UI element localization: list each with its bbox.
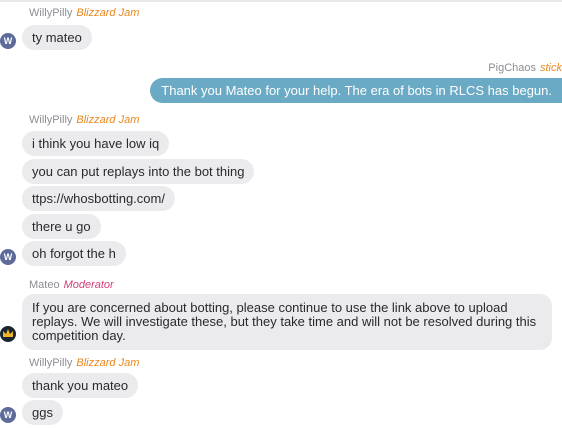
user-avatar[interactable]: W (0, 249, 16, 265)
moderator-avatar[interactable] (0, 326, 16, 342)
chat-message: i think you have low iq (22, 131, 170, 156)
message-header: WillyPilly Blizzard Jam (29, 357, 139, 369)
message-header: WillyPilly Blizzard Jam (29, 114, 139, 126)
chat-message: oh forgot the h (22, 241, 126, 266)
message-header: PigChaos stick (488, 62, 562, 74)
message-header: Mateo Moderator (29, 279, 114, 291)
chat-message: ty mateo (22, 25, 92, 50)
user-tag: Blizzard Jam (76, 114, 140, 126)
user-tag: Blizzard Jam (76, 7, 140, 19)
username[interactable]: Mateo (29, 279, 60, 291)
chat-message: ggs (22, 400, 63, 425)
top-divider (0, 0, 562, 2)
username[interactable]: WillyPilly (29, 114, 72, 126)
user-tag: Moderator (63, 279, 114, 291)
user-avatar[interactable]: W (0, 407, 16, 423)
crown-icon (3, 329, 13, 337)
own-chat-message: Thank you Mateo for your help. The era o… (150, 78, 562, 103)
username[interactable]: WillyPilly (29, 7, 72, 19)
username[interactable]: WillyPilly (29, 357, 72, 369)
chat-message: thank you mateo (22, 373, 139, 398)
chat-message: you can put replays into the bot thing (22, 159, 255, 184)
message-header: WillyPilly Blizzard Jam (29, 7, 139, 19)
user-tag: stick (540, 62, 562, 74)
chat-feed: WillyPilly Blizzard Jam ty mateo W PigCha… (0, 0, 562, 428)
username[interactable]: PigChaos (488, 62, 536, 74)
chat-message: ttps://whosbotting.com/ (22, 186, 175, 211)
user-tag: Blizzard Jam (76, 357, 140, 369)
chat-message: If you are concerned about botting, plea… (22, 294, 552, 350)
chat-message: there u go (22, 214, 101, 239)
user-avatar[interactable]: W (0, 33, 16, 49)
